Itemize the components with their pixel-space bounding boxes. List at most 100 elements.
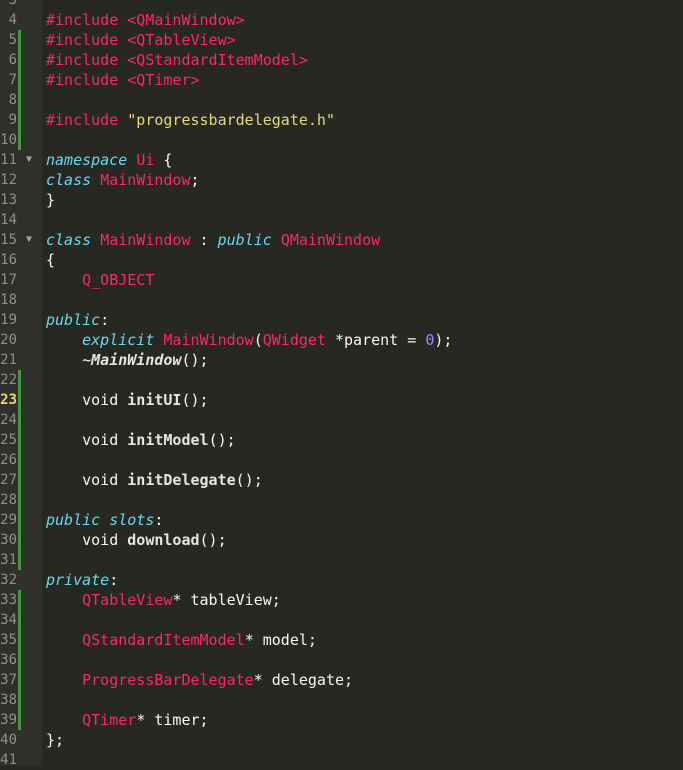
code-token: MainWindow (100, 171, 191, 189)
code-line[interactable]: 5 #include <QTableView> (0, 30, 683, 50)
code-line[interactable]: 30 void download(); (0, 530, 683, 550)
code-line[interactable]: 25 void initModel(); (0, 430, 683, 450)
code-line[interactable]: 39 QTimer* timer; (0, 710, 683, 730)
change-marker (18, 110, 21, 130)
line-number: 28 (0, 492, 17, 508)
code-line[interactable]: 12 class MainWindow; (0, 170, 683, 190)
code-line[interactable]: 36 (0, 650, 683, 670)
code-line[interactable]: 28 (0, 490, 683, 510)
code-line[interactable]: 24 (0, 410, 683, 430)
code-line[interactable]: 20 explicit MainWindow(QWidget *parent =… (0, 330, 683, 350)
code-line[interactable]: 13} (0, 190, 683, 210)
code-token: *parent = (325, 331, 426, 349)
code-editor[interactable]: 3 4 #include <QMainWindow> 5 #include <QTabl… (0, 0, 683, 768)
code-token: 0 (425, 331, 435, 349)
code-line[interactable]: 19 public: (0, 310, 683, 330)
code-line[interactable]: 34 (0, 610, 683, 630)
change-marker (18, 490, 21, 510)
code-line[interactable]: 38 (0, 690, 683, 710)
code-line[interactable]: 17 Q_OBJECT (0, 270, 683, 290)
code-token: explicit (82, 331, 155, 349)
code-token: initUI (127, 391, 182, 409)
line-number: 6 (8, 52, 17, 68)
line-text: ~MainWindow(); (46, 350, 208, 370)
code-line[interactable]: 10 (0, 130, 683, 150)
change-marker (18, 690, 21, 710)
code-line[interactable]: 26 (0, 450, 683, 470)
code-token: <QStandardItemModel> (127, 51, 308, 69)
code-line[interactable]: 35 QStandardItemModel* model; (0, 630, 683, 650)
line-number: 36 (0, 652, 17, 668)
line-text: class MainWindow; (46, 170, 200, 190)
line-number: 19 (0, 312, 17, 328)
line-number: 14 (0, 212, 17, 228)
code-line[interactable]: 11 ▼ namespace Ui { (0, 150, 683, 170)
code-line[interactable]: 14 (0, 210, 683, 230)
code-line[interactable]: 33 QTableView* tableView; (0, 590, 683, 610)
line-number: 16 (0, 252, 17, 268)
code-token: <QMainWindow> (127, 11, 245, 29)
code-line[interactable]: 15 ▼ class MainWindow : public QMainWindow (0, 230, 683, 250)
code-line[interactable]: 7 #include <QTimer> (0, 70, 683, 90)
code-line[interactable]: 6 #include <QStandardItemModel> (0, 50, 683, 70)
code-line[interactable]: 23 void initUI(); (0, 390, 683, 410)
fold-arrow-icon[interactable]: ▼ (26, 230, 32, 250)
line-text: void initUI(); (46, 390, 209, 410)
line-text: ProgressBarDelegate* delegate; (46, 670, 353, 690)
code-token: void (46, 471, 128, 489)
line-text: QTableView* tableView; (46, 590, 281, 610)
line-text: #include <QTableView> (46, 30, 236, 50)
code-line[interactable]: 27 void initDelegate(); (0, 470, 683, 490)
code-token: (); (181, 391, 209, 409)
line-text: #include <QMainWindow> (46, 10, 245, 30)
code-token: Q_OBJECT (82, 271, 155, 289)
change-marker (18, 610, 21, 630)
code-line[interactable]: 9 #include "progressbardelegate.h" (0, 110, 683, 130)
line-number: 41 (0, 752, 17, 768)
code-line[interactable]: 4 #include <QMainWindow> (0, 10, 683, 30)
code-token: <QTimer> (127, 71, 200, 89)
code-token: * tableView; (172, 591, 281, 609)
line-text: void download(); (46, 530, 227, 550)
change-marker (18, 50, 21, 70)
code-line[interactable]: 21 ~MainWindow(); (0, 350, 683, 370)
line-text: explicit MainWindow(QWidget *parent = 0)… (46, 330, 452, 350)
code-line[interactable]: 16 { (0, 250, 683, 270)
code-line[interactable]: 8 (0, 90, 683, 110)
code-line[interactable]: 31 (0, 550, 683, 570)
code-line[interactable]: 29 public slots: (0, 510, 683, 530)
line-text: #include <QTimer> (46, 70, 200, 90)
line-number: 12 (0, 172, 17, 188)
code-token: ); (434, 331, 453, 349)
line-number: 40 (0, 732, 17, 748)
line-number: 33 (0, 592, 17, 608)
code-token: { (154, 151, 173, 169)
code-line[interactable]: 41 (0, 750, 683, 770)
code-line[interactable]: 40}; (0, 730, 683, 750)
code-line[interactable]: 18 (0, 290, 683, 310)
line-text: QTimer* timer; (46, 710, 208, 730)
code-line[interactable]: 22 (0, 370, 683, 390)
code-line[interactable]: 32 private: (0, 570, 683, 590)
line-number: 4 (8, 12, 17, 28)
line-number: 5 (8, 32, 17, 48)
line-text: }; (46, 730, 64, 750)
code-lines[interactable]: 3 4 #include <QMainWindow> 5 #include <QTabl… (0, 0, 683, 770)
code-token: MainWindow (100, 231, 191, 249)
line-number: 22 (0, 372, 17, 388)
code-token: QTableView (82, 591, 173, 609)
code-line[interactable]: 3 (0, 0, 683, 10)
fold-arrow-icon[interactable]: ▼ (26, 150, 32, 170)
line-text: #include "progressbardelegate.h" (46, 110, 335, 130)
code-line[interactable]: 37 ProgressBarDelegate* delegate; (0, 670, 683, 690)
code-token: download (127, 531, 200, 549)
line-number: 25 (0, 432, 17, 448)
line-number: 34 (0, 612, 17, 628)
code-token: MainWindow (163, 331, 254, 349)
